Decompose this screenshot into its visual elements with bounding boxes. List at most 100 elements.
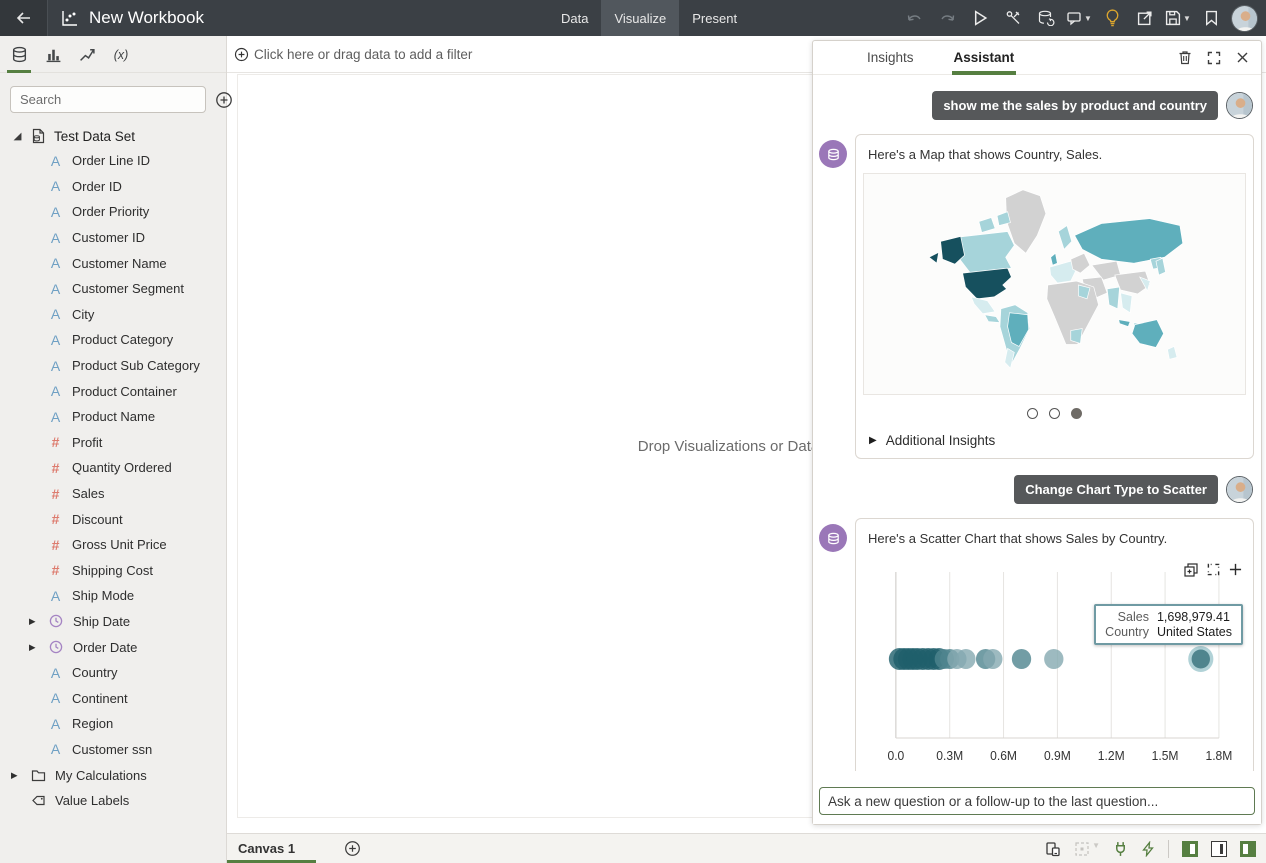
canvas-tab[interactable]: Canvas 1	[227, 834, 316, 863]
delete-conversation-icon[interactable]	[1178, 50, 1192, 65]
right-panel-toggle[interactable]	[1240, 841, 1256, 857]
field-order-id[interactable]: AOrder ID	[0, 174, 226, 200]
collapsed-triangle-icon: ▶	[869, 435, 877, 446]
field-order-priority[interactable]: AOrder Priority	[0, 199, 226, 225]
field-sales[interactable]: #Sales	[0, 481, 226, 507]
canvas-properties-icon[interactable]	[1045, 841, 1061, 857]
close-panel-icon[interactable]	[1236, 51, 1249, 64]
tools-icon[interactable]	[1000, 5, 1026, 31]
field-product-category[interactable]: AProduct Category	[0, 327, 226, 353]
text-field-icon: A	[48, 409, 63, 425]
field-gross-unit-price[interactable]: #Gross Unit Price	[0, 532, 226, 558]
text-field-icon: A	[48, 588, 63, 604]
field-customer-ssn[interactable]: ACustomer ssn	[0, 737, 226, 763]
tab-visualize[interactable]: Visualize	[601, 0, 679, 36]
field-ship-date[interactable]: ▶ Ship Date	[0, 609, 226, 635]
left-panel-toggle[interactable]	[1182, 841, 1198, 857]
sidebar-tab-visualizations[interactable]	[36, 36, 70, 73]
user-bubble: Change Chart Type to Scatter	[1014, 475, 1218, 504]
scatter-point[interactable]	[983, 649, 1002, 669]
field-value-labels[interactable]: Value Labels	[0, 788, 226, 814]
scatter-point[interactable]	[956, 649, 975, 669]
field-product-name[interactable]: AProduct Name	[0, 404, 226, 430]
undo-icon[interactable]	[901, 5, 927, 31]
expand-caret-icon[interactable]: ▶	[29, 642, 40, 653]
add-canvas-button[interactable]	[344, 840, 361, 857]
refresh-data-icon[interactable]	[1033, 5, 1059, 31]
expand-panel-icon[interactable]	[1207, 51, 1221, 65]
scatter-plot: 0.00.3M0.6M0.9M1.2M1.5M1.8M	[863, 558, 1246, 771]
field-discount[interactable]: #Discount	[0, 506, 226, 532]
tab-present[interactable]: Present	[679, 0, 750, 36]
user-avatar[interactable]	[1231, 5, 1258, 32]
tooltip-country-value: United States	[1157, 625, 1232, 639]
field-city[interactable]: ACity	[0, 302, 226, 328]
user-avatar	[1226, 92, 1253, 119]
redo-icon[interactable]	[934, 5, 960, 31]
field-continent[interactable]: AContinent	[0, 685, 226, 711]
field-order-line-id[interactable]: AOrder Line ID	[0, 148, 226, 174]
field-quantity-ordered[interactable]: #Quantity Ordered	[0, 455, 226, 481]
dataset-root[interactable]: Test Data Set	[0, 121, 226, 148]
field-product-sub-category[interactable]: AProduct Sub Category	[0, 353, 226, 379]
field-shipping-cost[interactable]: #Shipping Cost	[0, 558, 226, 584]
field-order-date[interactable]: ▶Order Date	[0, 634, 226, 660]
field-label: Customer Name	[72, 256, 167, 271]
scatter-visualization[interactable]: 0.00.3M0.6M0.9M1.2M1.5M1.8M Sales 1,698,…	[863, 558, 1246, 771]
comments-icon[interactable]: ▼	[1066, 5, 1092, 31]
plug-icon[interactable]	[1113, 841, 1128, 857]
carousel-dot-3[interactable]	[1071, 408, 1082, 419]
tab-assistant[interactable]: Assistant	[954, 41, 1015, 75]
field-label: Region	[72, 716, 113, 731]
field-my-calculations[interactable]: ▶My Calculations	[0, 762, 226, 788]
plus-icon[interactable]	[1229, 563, 1242, 577]
carousel-dot-1[interactable]	[1027, 408, 1038, 419]
back-button[interactable]	[0, 0, 48, 36]
insights-bulb-icon[interactable]	[1099, 5, 1125, 31]
layout-grid-icon[interactable]: ▼	[1074, 841, 1100, 857]
world-map	[864, 174, 1245, 394]
app-header: New Workbook Data Visualize Present ▼ ▼	[0, 0, 1266, 36]
drop-hint: Drop Visualizations or Data	[638, 438, 819, 455]
sidebar-tab-calculations[interactable]: (x)	[104, 36, 138, 73]
scatter-point-united-states[interactable]	[1192, 650, 1210, 669]
field-label: Ship Date	[73, 614, 130, 629]
save-caret-icon: ▼	[1183, 14, 1191, 23]
search-input[interactable]	[10, 86, 206, 113]
bolt-icon[interactable]	[1141, 841, 1155, 857]
text-field-icon: A	[48, 665, 63, 681]
bottom-bar-actions: ▼	[1045, 840, 1266, 858]
map-visualization[interactable]	[863, 173, 1246, 395]
field-profit[interactable]: #Profit	[0, 430, 226, 456]
save-icon[interactable]: ▼	[1165, 5, 1191, 31]
field-customer-id[interactable]: ACustomer ID	[0, 225, 226, 251]
measure-field-icon: #	[48, 537, 63, 553]
expand-chart-icon[interactable]	[1207, 563, 1220, 577]
tab-data[interactable]: Data	[548, 0, 601, 36]
text-field-icon: A	[48, 255, 63, 271]
field-country[interactable]: ACountry	[0, 660, 226, 686]
field-customer-segment[interactable]: ACustomer Segment	[0, 276, 226, 302]
scatter-point[interactable]	[1044, 649, 1063, 669]
expand-caret-icon[interactable]: ▶	[11, 770, 22, 781]
add-to-canvas-icon[interactable]	[1184, 563, 1198, 577]
field-product-container[interactable]: AProduct Container	[0, 378, 226, 404]
additional-insights-toggle[interactable]: ▶ Additional Insights	[863, 424, 1246, 451]
tab-insights[interactable]: Insights	[867, 41, 914, 75]
open-in-new-window-icon[interactable]	[1132, 5, 1158, 31]
carousel-dot-2[interactable]	[1049, 408, 1060, 419]
sidebar-tab-data[interactable]	[2, 36, 36, 73]
field-ship-mode[interactable]: AShip Mode	[0, 583, 226, 609]
field-region[interactable]: ARegion	[0, 711, 226, 737]
bookmarks-icon[interactable]	[1198, 5, 1224, 31]
run-preview-icon[interactable]	[967, 5, 993, 31]
divider	[1168, 840, 1169, 858]
scatter-point[interactable]	[1012, 649, 1031, 669]
field-customer-name[interactable]: A Customer Name	[0, 250, 226, 276]
add-data-button[interactable]	[215, 91, 233, 109]
sidebar-tab-analytics[interactable]	[70, 36, 104, 73]
ask-question-input[interactable]	[819, 787, 1255, 815]
center-panel-toggle[interactable]	[1211, 841, 1227, 857]
assistant-message-map: Here's a Map that shows Country, Sales.	[819, 134, 1254, 459]
expand-caret-icon[interactable]: ▶	[29, 616, 40, 627]
